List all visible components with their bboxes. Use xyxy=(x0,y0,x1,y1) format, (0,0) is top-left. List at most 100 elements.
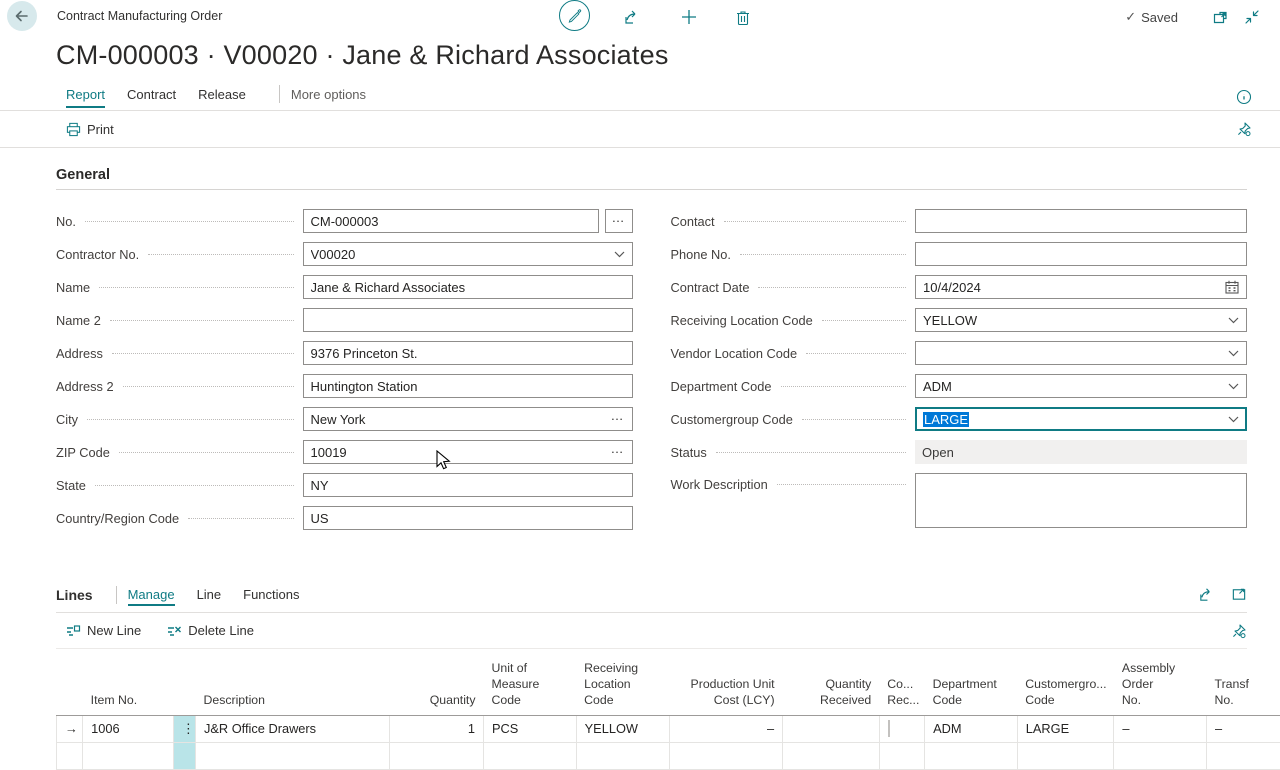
selected-text: LARGE xyxy=(923,412,969,427)
field-label: Contact xyxy=(671,214,715,229)
phone-input[interactable] xyxy=(923,247,1239,262)
col-customergroup-code[interactable]: Customergro... Code xyxy=(1017,651,1114,715)
chevron-down-icon[interactable] xyxy=(1228,317,1239,324)
address2-input[interactable] xyxy=(311,379,625,394)
top-bar: Contract Manufacturing Order ✓ Saved xyxy=(0,0,1280,34)
col-receiving-location[interactable]: Receiving Location Code xyxy=(576,651,670,715)
col-transfer-order-no[interactable]: Transf No. xyxy=(1207,651,1280,715)
edit-button[interactable] xyxy=(559,0,590,31)
city-input[interactable] xyxy=(311,412,611,427)
field-contractor-no: Contractor No. xyxy=(56,242,633,266)
field-department: Department Code xyxy=(671,374,1248,398)
col-unit-of-measure[interactable]: Unit of Measure Code xyxy=(484,651,577,715)
field-label: Name 2 xyxy=(56,313,101,328)
new-line-label: New Line xyxy=(87,623,141,638)
lines-tab-functions[interactable]: Functions xyxy=(243,587,299,610)
col-quantity-received[interactable]: Quantity Received xyxy=(783,651,880,715)
field-name2: Name 2 xyxy=(56,308,633,332)
field-zip: ZIP Code … xyxy=(56,440,633,464)
tab-contract[interactable]: Contract xyxy=(127,87,176,108)
tab-divider xyxy=(279,85,280,103)
lines-heading[interactable]: Lines xyxy=(56,587,93,611)
field-label: Contractor No. xyxy=(56,247,139,262)
table-header-row: Item No. Description Quantity Unit of Me… xyxy=(57,651,1280,715)
pin-actionbar-button[interactable] xyxy=(1234,119,1254,139)
collapse-arrows-icon xyxy=(1244,9,1260,25)
share-icon xyxy=(623,8,641,26)
field-work-description: Work Description xyxy=(671,473,1248,528)
no-input[interactable] xyxy=(311,214,591,229)
address-input[interactable] xyxy=(311,346,625,361)
field-label: City xyxy=(56,412,78,427)
col-department-code[interactable]: Department Code xyxy=(925,651,1018,715)
no-assist-button[interactable]: … xyxy=(605,209,633,233)
field-label: Address 2 xyxy=(56,379,114,394)
city-lookup-button[interactable]: … xyxy=(611,411,625,421)
lines-tab-manage[interactable]: Manage xyxy=(128,587,175,610)
field-label: Name xyxy=(56,280,90,295)
delete-button[interactable] xyxy=(733,7,753,27)
new-line-button[interactable]: New Line xyxy=(66,623,141,638)
field-label: Contract Date xyxy=(671,280,750,295)
calendar-icon[interactable] xyxy=(1225,280,1239,294)
field-label: Department Code xyxy=(671,379,772,394)
field-label: Phone No. xyxy=(671,247,731,262)
col-completely-received[interactable]: Co... Rec... xyxy=(879,651,924,715)
delete-line-button[interactable]: Delete Line xyxy=(167,623,254,638)
ribbon-tab-bar: Report Contract Release More options xyxy=(0,84,1280,111)
print-button[interactable]: Print xyxy=(66,122,114,137)
work-description-textarea[interactable] xyxy=(915,473,1247,528)
share-button[interactable] xyxy=(622,7,642,27)
tab-release[interactable]: Release xyxy=(198,87,246,108)
new-button[interactable] xyxy=(679,7,699,27)
open-in-window-button[interactable] xyxy=(1210,7,1230,27)
field-label: ZIP Code xyxy=(56,445,110,460)
report-action-bar: Print xyxy=(0,111,1280,148)
general-fields: No. … Contractor No. Name Name 2 xyxy=(56,209,1247,539)
country-input[interactable] xyxy=(311,511,625,526)
lines-tab-line[interactable]: Line xyxy=(197,587,222,610)
col-item-no[interactable]: Item No. xyxy=(83,651,174,715)
general-section-heading[interactable]: General xyxy=(56,167,1247,190)
col-row-indicator xyxy=(57,651,83,715)
col-assembly-order-no[interactable]: Assembly Order No. xyxy=(1114,651,1207,715)
name-input[interactable] xyxy=(311,280,625,295)
field-vendor-location: Vendor Location Code xyxy=(671,341,1248,365)
delete-line-label: Delete Line xyxy=(188,623,254,638)
col-quantity[interactable]: Quantity xyxy=(390,651,484,715)
department-input[interactable] xyxy=(923,379,1228,394)
contact-input[interactable] xyxy=(923,214,1239,229)
col-production-unit-cost[interactable]: Production Unit Cost (LCY) xyxy=(670,651,783,715)
receiving-location-input[interactable] xyxy=(923,313,1228,328)
vendor-location-input[interactable] xyxy=(923,346,1228,361)
page-title: CM-000003 · V00020 · Jane & Richard Asso… xyxy=(56,40,1280,71)
chevron-down-icon[interactable] xyxy=(1228,416,1239,423)
contract-date-input[interactable] xyxy=(923,280,1225,295)
lines-share-button[interactable] xyxy=(1198,586,1215,603)
trash-icon xyxy=(735,9,751,26)
info-button[interactable] xyxy=(1234,87,1254,107)
contractor-no-input[interactable] xyxy=(311,247,614,262)
chevron-down-icon[interactable] xyxy=(1228,383,1239,390)
field-contract-date: Contract Date xyxy=(671,275,1248,299)
ellipsis-icon: … xyxy=(612,213,626,223)
chevron-down-icon[interactable] xyxy=(614,251,625,258)
back-button[interactable] xyxy=(7,1,37,31)
tab-report[interactable]: Report xyxy=(66,87,105,108)
zip-lookup-button[interactable]: … xyxy=(611,444,625,454)
lines-popup-button[interactable] xyxy=(1231,586,1247,603)
col-description[interactable]: Description xyxy=(195,651,389,715)
customergroup-input[interactable]: LARGE xyxy=(915,407,1247,431)
pin-lines-button[interactable] xyxy=(1231,623,1247,639)
collapse-button[interactable] xyxy=(1242,7,1262,27)
more-options[interactable]: More options xyxy=(291,87,366,108)
state-input[interactable] xyxy=(311,478,625,493)
name2-input[interactable] xyxy=(311,313,625,328)
col-row-menu xyxy=(173,651,195,715)
lines-divider xyxy=(116,586,117,604)
field-label: Country/Region Code xyxy=(56,511,179,526)
zip-input[interactable] xyxy=(311,445,611,460)
chevron-down-icon[interactable] xyxy=(1228,350,1239,357)
field-receiving-location: Receiving Location Code xyxy=(671,308,1248,332)
field-address2: Address 2 xyxy=(56,374,633,398)
